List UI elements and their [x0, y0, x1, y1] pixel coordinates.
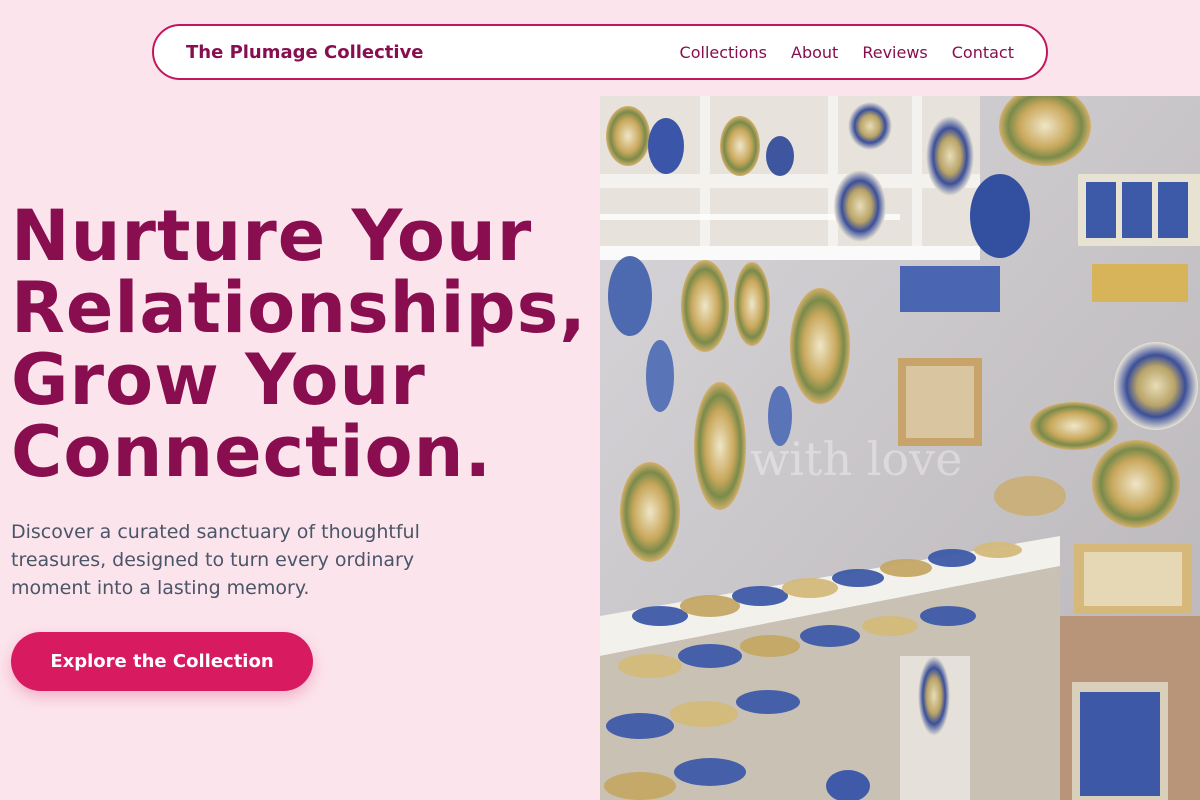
hero-image: with love [600, 96, 1200, 800]
headline-line: Nurture Your [11, 195, 533, 277]
page: The Plumage Collective Collections About… [0, 0, 1200, 800]
hero-headline: Nurture Your Relationships, Grow Your Co… [11, 200, 596, 488]
nav-link-reviews[interactable]: Reviews [862, 43, 927, 62]
top-navigation: The Plumage Collective Collections About… [152, 24, 1048, 80]
nav-links: Collections About Reviews Contact [680, 43, 1014, 62]
brand-logo[interactable]: The Plumage Collective [186, 42, 424, 63]
nav-link-contact[interactable]: Contact [952, 43, 1014, 62]
hero-content: Nurture Your Relationships, Grow Your Co… [11, 200, 596, 691]
hero-subtext: Discover a curated sanctuary of thoughtf… [11, 521, 420, 599]
nav-link-about[interactable]: About [791, 43, 838, 62]
headline-line: Grow Your [11, 339, 426, 421]
headline-line: Connection. [11, 411, 493, 493]
explore-collection-button[interactable]: Explore the Collection [11, 632, 313, 691]
image-watermark: with love [750, 432, 963, 486]
nav-link-collections[interactable]: Collections [680, 43, 767, 62]
headline-line: Relationships, [11, 267, 587, 349]
